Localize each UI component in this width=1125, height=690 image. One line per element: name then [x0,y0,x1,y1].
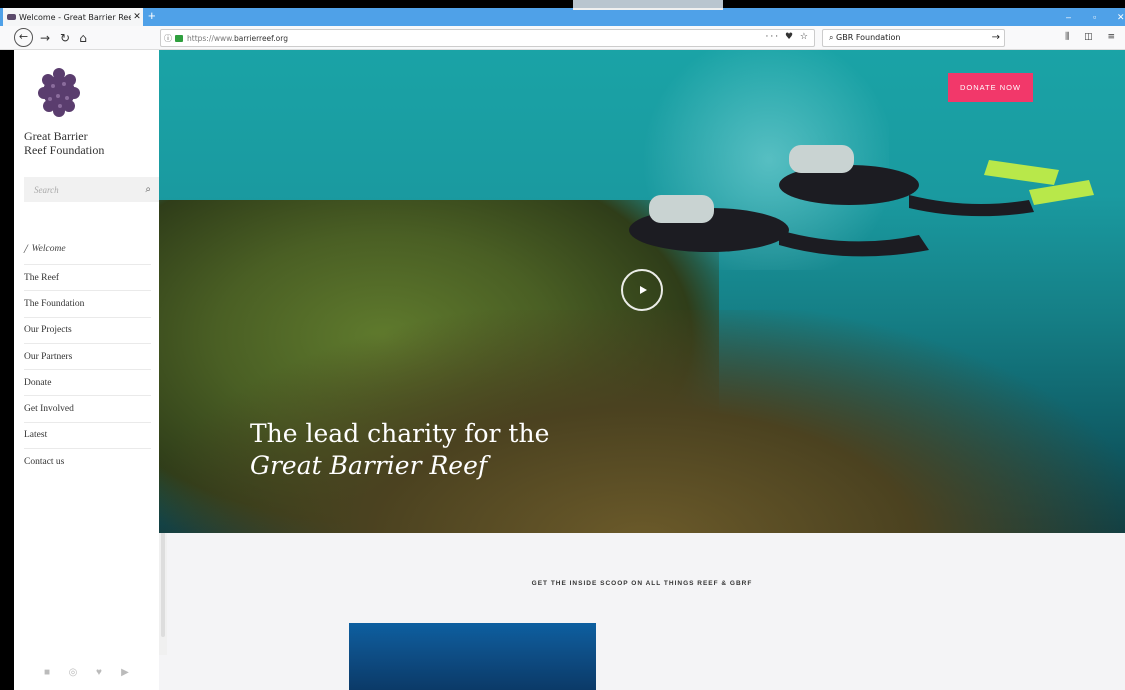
address-bar[interactable]: ⓘ https://www.barrierreef.org ··· ♥ ☆ [160,29,815,47]
site-info-icon[interactable]: ⓘ [161,33,175,44]
youtube-icon[interactable]: ▶ [119,667,131,679]
browser-toolbar: ← → ↻ ⌂ ⓘ https://www.barrierreef.org ··… [0,26,1125,50]
close-tab-icon[interactable]: ✕ [131,12,143,22]
sidebar-item-get-involved[interactable]: Get Involved [24,396,151,423]
web-page: Great Barrier Reef Foundation Search ⌕ /… [14,50,1125,690]
url-scheme: https://www. [187,33,234,43]
forward-button[interactable]: → [36,29,54,47]
search-placeholder: Search [34,184,59,195]
sidebar-item-label: The Foundation [24,298,85,309]
play-icon [640,286,647,294]
search-go-icon[interactable]: → [992,30,1000,46]
close-window-icon[interactable]: ✕ [1117,8,1125,26]
favicon-icon [7,14,16,20]
tab-strip: Welcome - Great Barrier Reef F ✕ + – ▫ ✕ [0,0,1125,26]
sidebar-item-donate[interactable]: Donate [24,370,151,397]
sidebar: Great Barrier Reef Foundation Search ⌕ /… [14,50,159,690]
sidebar-menu: / Welcome The Reef The Foundation Our Pro… [24,233,151,475]
tagline-line1: The lead charity for the [250,419,550,448]
play-button[interactable] [621,269,663,311]
facebook-icon[interactable]: ■ [41,667,53,679]
browser-tab[interactable]: Welcome - Great Barrier Reef F ✕ [3,8,143,26]
sidebar-item-our-partners[interactable]: Our Partners [24,344,151,371]
sidebar-item-contact-us[interactable]: Contact us [24,449,151,475]
url-text[interactable]: https://www.barrierreef.org [187,34,288,43]
sidebar-item-welcome[interactable]: / Welcome [24,233,151,265]
org-name-line2: Reef Foundation [24,143,105,157]
sidebar-item-latest[interactable]: Latest [24,423,151,450]
org-name[interactable]: Great Barrier Reef Foundation [24,129,144,157]
sidebar-item-our-projects[interactable]: Our Projects [24,318,151,344]
coral-logo-icon[interactable] [36,66,82,118]
donate-now-button[interactable]: DONATE NOW [948,73,1033,102]
site-search-input[interactable]: Search ⌕ [24,177,159,202]
back-button[interactable]: ← [14,28,33,47]
active-slash-icon: / [24,240,28,256]
search-input[interactable]: ⌕ GBR Foundation → [822,29,1005,47]
sidebar-item-label: Latest [24,430,48,441]
new-tab-button[interactable]: + [148,8,156,24]
maximize-icon[interactable]: ▫ [1093,8,1096,26]
search-icon: ⌕ [829,33,837,42]
sidebar-item-label: Donate [24,377,52,388]
scoop-heading: GET THE INSIDE SCOOP ON ALL THINGS REEF … [531,580,753,587]
article-thumbnail[interactable] [349,623,596,690]
url-domain: barrierreef.org [233,33,288,43]
hero-tagline: The lead charity for the Great Barrier R… [250,418,549,482]
minimize-icon[interactable]: – [1066,8,1071,26]
twitter-icon[interactable]: ♥ [93,667,105,679]
toolbar-icons[interactable]: ⫼ ◫ ≡ [1065,32,1121,42]
reload-button[interactable]: ↻ [56,29,74,47]
sidebar-item-label: The Reef [24,272,60,283]
tagline-line2: Great Barrier Reef [250,451,488,480]
page-actions-icons[interactable]: ··· ♥ ☆ [766,32,810,42]
sidebar-item-the-foundation[interactable]: The Foundation [24,291,151,318]
lock-icon [175,34,183,42]
scuba-divers-image [629,145,1094,257]
home-button[interactable]: ⌂ [74,29,92,47]
window-preview [573,0,723,10]
search-icon[interactable]: ⌕ [145,184,151,195]
tab-strip-background [0,8,1125,26]
instagram-icon[interactable]: ◎ [67,667,79,679]
sidebar-item-the-reef[interactable]: The Reef [24,265,151,292]
social-links: ■ ◎ ♥ ▶ [41,667,131,679]
tab-title: Welcome - Great Barrier Reef F [19,12,131,22]
search-value: GBR Foundation [836,33,901,42]
org-name-line1: Great Barrier [24,129,88,143]
sidebar-item-label: Contact us [24,457,65,468]
sidebar-item-label: Get Involved [24,404,74,415]
hero-video[interactable]: DONATE NOW The lead charity for the Grea… [159,50,1125,533]
sidebar-item-label: Our Projects [24,325,72,336]
sidebar-item-label: Our Partners [24,351,73,362]
sidebar-item-label: Welcome [31,243,66,254]
